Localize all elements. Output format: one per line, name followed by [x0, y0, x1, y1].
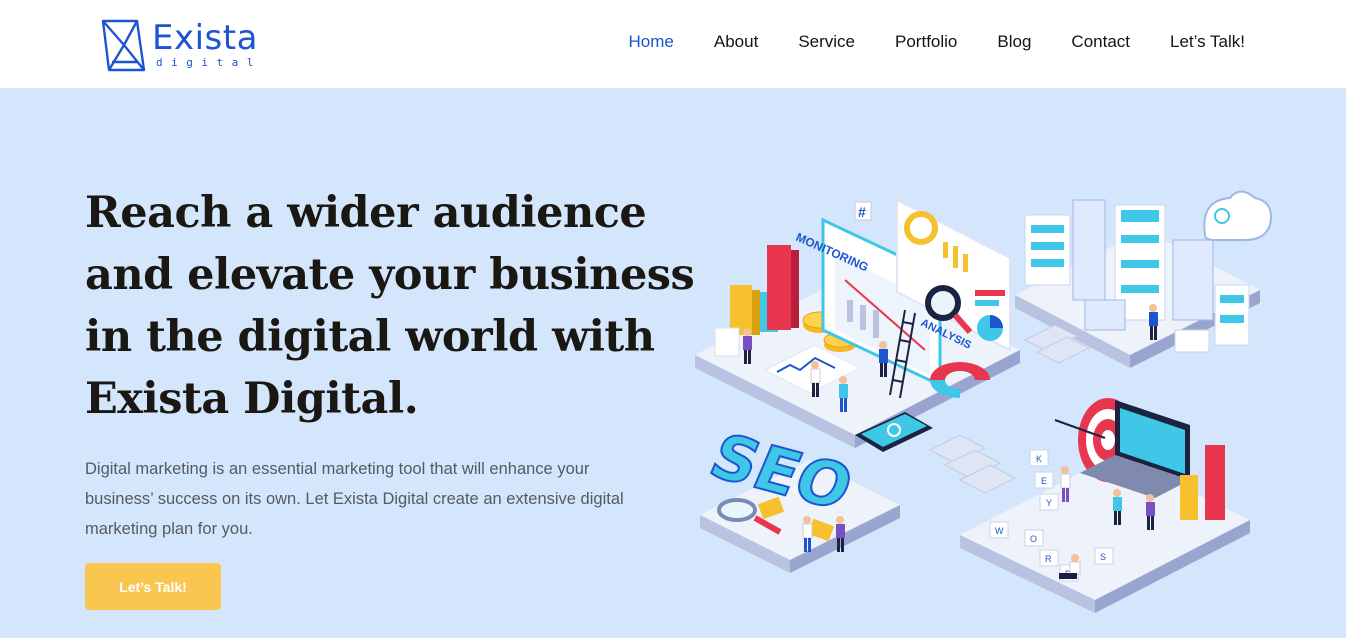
keyword-letter: S — [1100, 552, 1106, 562]
nav-item-about[interactable]: About — [714, 30, 758, 54]
keyword-letter: O — [1030, 534, 1037, 544]
digital-marketing-illustration: MONITORING # ANALYSIS SEO K E Y W O R S — [695, 190, 1272, 613]
nav-item-lets-talk[interactable]: Let’s Talk! — [1170, 30, 1245, 54]
main-navigation: Home About Service Portfolio Blog Contac… — [589, 30, 1245, 54]
hash-tag-label: # — [858, 204, 866, 220]
hero-heading-line: and elevate your business — [85, 250, 695, 300]
nav-item-home[interactable]: Home — [629, 30, 674, 54]
keyword-letter: Y — [1046, 498, 1052, 508]
hero-heading-line: in the digital world with — [85, 312, 655, 362]
keyword-letter: E — [1041, 476, 1047, 486]
site-header: Exista digital Home About Service Portfo… — [0, 0, 1346, 88]
hero-heading: Reach a wider audience and elevate your … — [85, 182, 695, 430]
keyword-letter: R — [1045, 554, 1052, 564]
hero-description: Digital marketing is an essential market… — [85, 460, 624, 538]
brand-name: Exista — [152, 18, 258, 58]
nav-item-service[interactable]: Service — [798, 30, 855, 54]
brand-logo[interactable]: Exista digital — [100, 16, 260, 74]
brand-subtitle: digital — [156, 56, 262, 69]
hero-heading-line: Exista Digital. — [85, 374, 419, 424]
logo-mark-icon — [101, 19, 146, 72]
hero-heading-line: Reach a wider audience — [85, 188, 647, 238]
nav-item-portfolio[interactable]: Portfolio — [895, 30, 957, 54]
cloud-sync-icon — [1203, 190, 1272, 241]
lets-talk-button[interactable]: Let’s Talk! — [85, 563, 221, 610]
nav-item-blog[interactable]: Blog — [997, 30, 1031, 54]
nav-item-contact[interactable]: Contact — [1071, 30, 1130, 54]
keyword-letter: K — [1036, 454, 1042, 464]
keyword-letter: W — [995, 526, 1004, 536]
